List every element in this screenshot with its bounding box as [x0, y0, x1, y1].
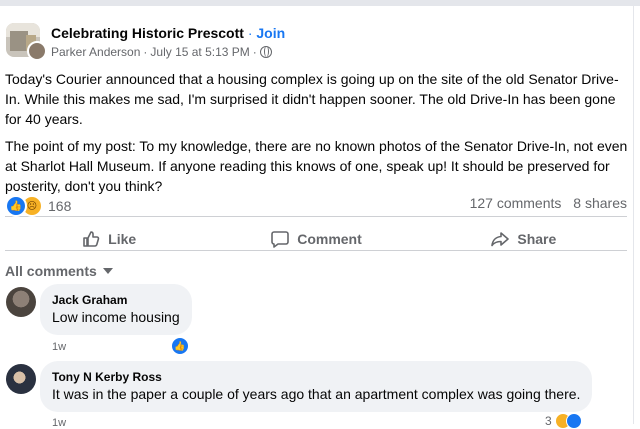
post-stats: 127 comments 8 shares — [462, 195, 627, 211]
comment-bubble: Tony N Kerby Ross It was in the paper a … — [40, 361, 593, 412]
comment-reaction-count: 3 — [545, 414, 552, 428]
like-reaction-icon[interactable]: 👍 — [170, 336, 190, 356]
comment-time[interactable]: 1w — [52, 341, 66, 353]
comment-bubble: Jack Graham Low income housing — [40, 284, 192, 335]
like-reaction-icon — [565, 413, 582, 429]
comment-text: Low income housing — [52, 309, 180, 325]
meta-separator: · — [252, 45, 257, 59]
like-label: Like — [108, 231, 137, 247]
reaction-count: 168 — [48, 198, 72, 214]
reaction-summary[interactable]: 👍 ☹ 168 — [5, 195, 71, 217]
post-body: Today's Courier announced that a housing… — [5, 69, 629, 203]
comment-time[interactable]: 1w — [52, 417, 66, 429]
comment-icon — [271, 231, 290, 248]
comment-text: It was in the paper a couple of years ag… — [52, 386, 581, 402]
author-avatar[interactable] — [27, 41, 47, 61]
post-paragraph: Today's Courier announced that a housing… — [5, 71, 619, 127]
post-timestamp[interactable]: July 15 at 5:13 PM — [150, 45, 249, 59]
comment-label: Comment — [297, 231, 362, 247]
comments-filter[interactable]: All comments — [5, 263, 113, 279]
commenter-name[interactable]: Tony N Kerby Ross — [52, 369, 580, 385]
thumbs-up-icon — [83, 231, 100, 247]
post-paragraph: The point of my post: To my knowledge, t… — [5, 138, 628, 194]
share-icon — [491, 232, 510, 247]
commenter-avatar[interactable] — [6, 287, 36, 317]
post-card: Celebrating Historic Prescott · Join Par… — [0, 6, 634, 429]
separator-dot: · — [247, 25, 253, 41]
comments-filter-label: All comments — [5, 263, 97, 279]
join-button[interactable]: Join — [256, 25, 285, 41]
author-name[interactable]: Parker Anderson — [51, 45, 140, 59]
like-reaction-icon: 👍 — [5, 195, 27, 217]
globe-icon — [259, 46, 272, 58]
group-name[interactable]: Celebrating Historic Prescott — [51, 25, 244, 41]
shares-count[interactable]: 8 shares — [573, 195, 627, 211]
commenter-avatar[interactable] — [6, 364, 36, 394]
post-meta: Parker Anderson · July 15 at 5:13 PM · — [51, 45, 272, 59]
commenter-name[interactable]: Jack Graham — [52, 292, 180, 308]
share-label: Share — [517, 231, 557, 247]
meta-separator: · — [143, 45, 148, 59]
caret-down-icon — [102, 268, 113, 274]
group-name-line: Celebrating Historic Prescott · Join — [51, 25, 285, 41]
divider — [5, 216, 627, 217]
divider — [5, 250, 627, 251]
comment-reactions[interactable]: 3 — [545, 413, 582, 429]
comments-count[interactable]: 127 comments — [470, 195, 562, 211]
